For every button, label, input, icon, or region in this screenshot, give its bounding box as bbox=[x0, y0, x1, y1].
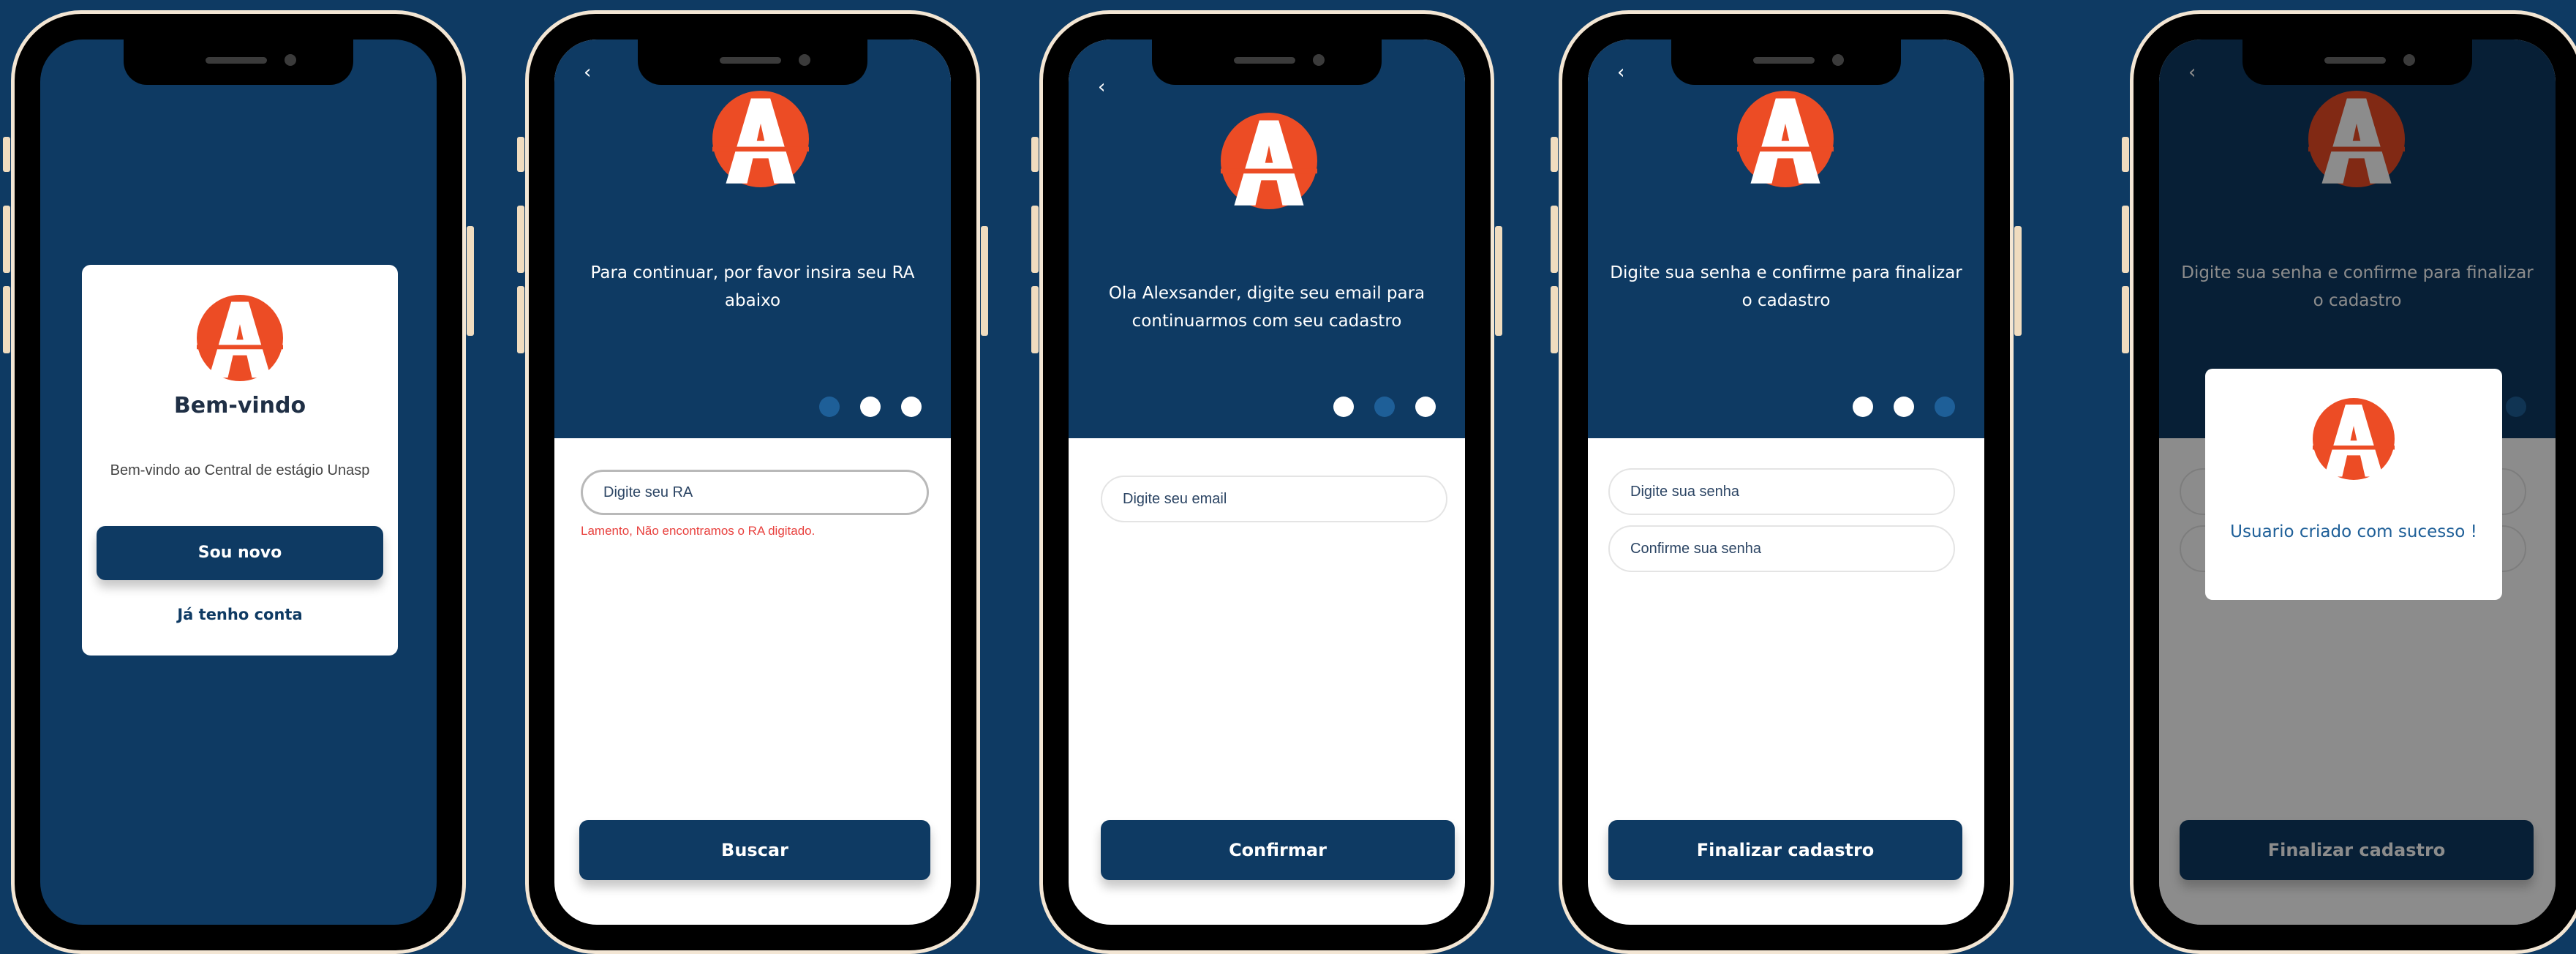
phone-notch bbox=[1671, 40, 1901, 85]
step-dot-1 bbox=[1853, 397, 1873, 417]
phone-notch bbox=[2242, 40, 2472, 85]
unasp-logo-icon bbox=[2313, 398, 2395, 480]
step-indicator bbox=[819, 397, 922, 417]
ja-tenho-conta-link[interactable]: Já tenho conta bbox=[82, 606, 398, 623]
phone-frame-success: ‹ Digite sua senha e confirme para final… bbox=[2122, 10, 2576, 954]
phone-notch bbox=[1152, 40, 1382, 85]
welcome-title: Bem-vindo bbox=[173, 393, 306, 418]
unasp-logo-icon bbox=[712, 91, 809, 187]
welcome-subtitle: Bem-vindo ao Central de estágio Unasp bbox=[110, 462, 370, 478]
password-prompt: Digite sua senha e confirme para finaliz… bbox=[1610, 263, 1962, 310]
welcome-card: Bem-vindo Bem-vindo ao Central de estági… bbox=[82, 265, 398, 656]
phone-frame-password: ‹ Digite sua senha e confirme para final… bbox=[1551, 10, 2022, 954]
phone-notch bbox=[638, 40, 867, 85]
email-prompt: Ola Alexsander, digite seu email para co… bbox=[1108, 284, 1426, 331]
step-dot-1 bbox=[1333, 397, 1354, 417]
step-dot-1 bbox=[819, 397, 840, 417]
password-screen: ‹ Digite sua senha e confirme para final… bbox=[1588, 40, 1984, 925]
chevron-left-icon[interactable]: ‹ bbox=[1617, 61, 1624, 83]
password-header: ‹ Digite sua senha e confirme para final… bbox=[1588, 40, 1984, 438]
step-dot-2 bbox=[1894, 397, 1914, 417]
step-dot-3 bbox=[1935, 397, 1955, 417]
ra-header: ‹ Para continuar, por favor insira seu R… bbox=[554, 40, 951, 438]
confirmar-button[interactable]: Confirmar bbox=[1101, 820, 1455, 880]
sou-novo-button[interactable]: Sou novo bbox=[97, 526, 383, 580]
unasp-logo-icon bbox=[1737, 91, 1834, 187]
step-dot-2 bbox=[860, 397, 881, 417]
email-screen: ‹ Ola Alexsander, digite seu email para … bbox=[1069, 40, 1465, 925]
phone-notch bbox=[124, 40, 353, 85]
success-message: Usuario criado com sucesso ! bbox=[2230, 522, 2477, 541]
step-indicator bbox=[1853, 397, 1955, 417]
step-dot-3 bbox=[1415, 397, 1436, 417]
confirm-password-input[interactable]: Confirme sua senha bbox=[1608, 525, 1955, 572]
step-dot-2 bbox=[1374, 397, 1395, 417]
chevron-left-icon[interactable]: ‹ bbox=[584, 61, 591, 83]
success-screen: ‹ Digite sua senha e confirme para final… bbox=[2159, 40, 2556, 925]
step-dot-3 bbox=[901, 397, 922, 417]
buscar-button[interactable]: Buscar bbox=[579, 820, 930, 880]
email-input[interactable]: Digite seu email bbox=[1101, 476, 1447, 522]
welcome-screen: Bem-vindo Bem-vindo ao Central de estági… bbox=[40, 40, 437, 925]
finalizar-cadastro-button[interactable]: Finalizar cadastro bbox=[1608, 820, 1962, 880]
ra-error-message: Lamento, Não encontramos o RA digitado. bbox=[581, 524, 816, 538]
ra-screen: ‹ Para continuar, por favor insira seu R… bbox=[554, 40, 951, 925]
chevron-left-icon[interactable]: ‹ bbox=[1098, 76, 1105, 98]
step-indicator bbox=[1333, 397, 1436, 417]
ra-prompt: Para continuar, por favor insira seu RA … bbox=[590, 263, 915, 310]
phone-frame-email: ‹ Ola Alexsander, digite seu email para … bbox=[1031, 10, 1502, 954]
unasp-logo-icon bbox=[1221, 113, 1317, 209]
phone-frame-ra: ‹ Para continuar, por favor insira seu R… bbox=[517, 10, 988, 954]
success-modal: Usuario criado com sucesso ! bbox=[2205, 369, 2502, 600]
unasp-logo-icon bbox=[197, 295, 283, 381]
password-input[interactable]: Digite sua senha bbox=[1608, 468, 1955, 515]
ra-input[interactable]: Digite seu RA bbox=[581, 470, 929, 515]
phone-frame-welcome: Bem-vindo Bem-vindo ao Central de estági… bbox=[3, 10, 474, 954]
email-header: ‹ Ola Alexsander, digite seu email para … bbox=[1069, 40, 1465, 438]
